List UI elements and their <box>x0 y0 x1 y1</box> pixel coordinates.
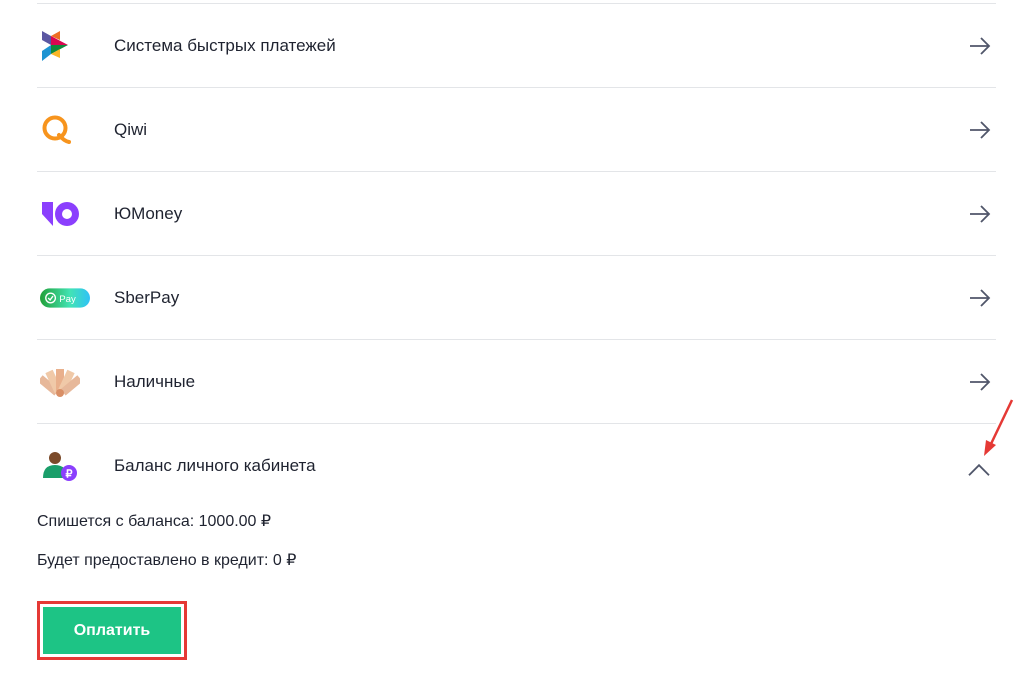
payment-method-label: Qiwi <box>114 119 148 139</box>
qiwi-icon <box>40 110 90 150</box>
payment-method-qiwi[interactable]: Qiwi <box>37 88 996 172</box>
annotation-arrow <box>984 399 1014 456</box>
svg-text:₽: ₽ <box>66 468 73 480</box>
payment-method-label: Система быстрых платежей <box>114 35 336 55</box>
payment-methods-list: Система быстрых платежей Qiwi ЮMoney Pay… <box>37 0 996 507</box>
arrow-right-icon <box>970 288 991 307</box>
payment-method-account-balance[interactable]: ₽ Баланс личного кабинета <box>37 424 996 507</box>
cash-icon <box>40 362 90 402</box>
payment-method-label: Баланс личного кабинета <box>114 455 316 475</box>
arrow-right-icon <box>970 204 991 223</box>
payment-method-label: ЮMoney <box>114 203 183 223</box>
balance-credit-text: Будет предоставлено в кредит: 0 ₽ <box>37 552 297 569</box>
pay-button-highlight: Оплатить <box>37 601 187 660</box>
payment-method-label: Наличные <box>114 371 196 391</box>
payment-method-label: SberPay <box>114 287 180 307</box>
account-balance-icon: ₽ <box>40 446 90 486</box>
arrow-right-icon <box>970 372 991 391</box>
yoomoney-icon <box>40 194 90 234</box>
pay-button[interactable]: Оплатить <box>43 607 181 654</box>
payment-method-cash[interactable]: Наличные <box>37 340 996 424</box>
payment-method-sbp[interactable]: Система быстрых платежей <box>37 3 996 88</box>
payment-method-sberpay[interactable]: Pay SberPay <box>37 256 996 340</box>
payment-method-yoomoney[interactable]: ЮMoney <box>37 172 996 256</box>
chevron-up-icon[interactable] <box>968 463 990 477</box>
sberpay-badge-text: Pay <box>59 293 76 304</box>
arrow-right-icon <box>970 120 991 139</box>
balance-debit-text: Спишется с баланса: 1000.00 ₽ <box>37 513 272 530</box>
sbp-icon <box>40 26 90 66</box>
sberpay-icon: Pay <box>40 278 90 318</box>
arrow-right-icon <box>970 36 991 55</box>
